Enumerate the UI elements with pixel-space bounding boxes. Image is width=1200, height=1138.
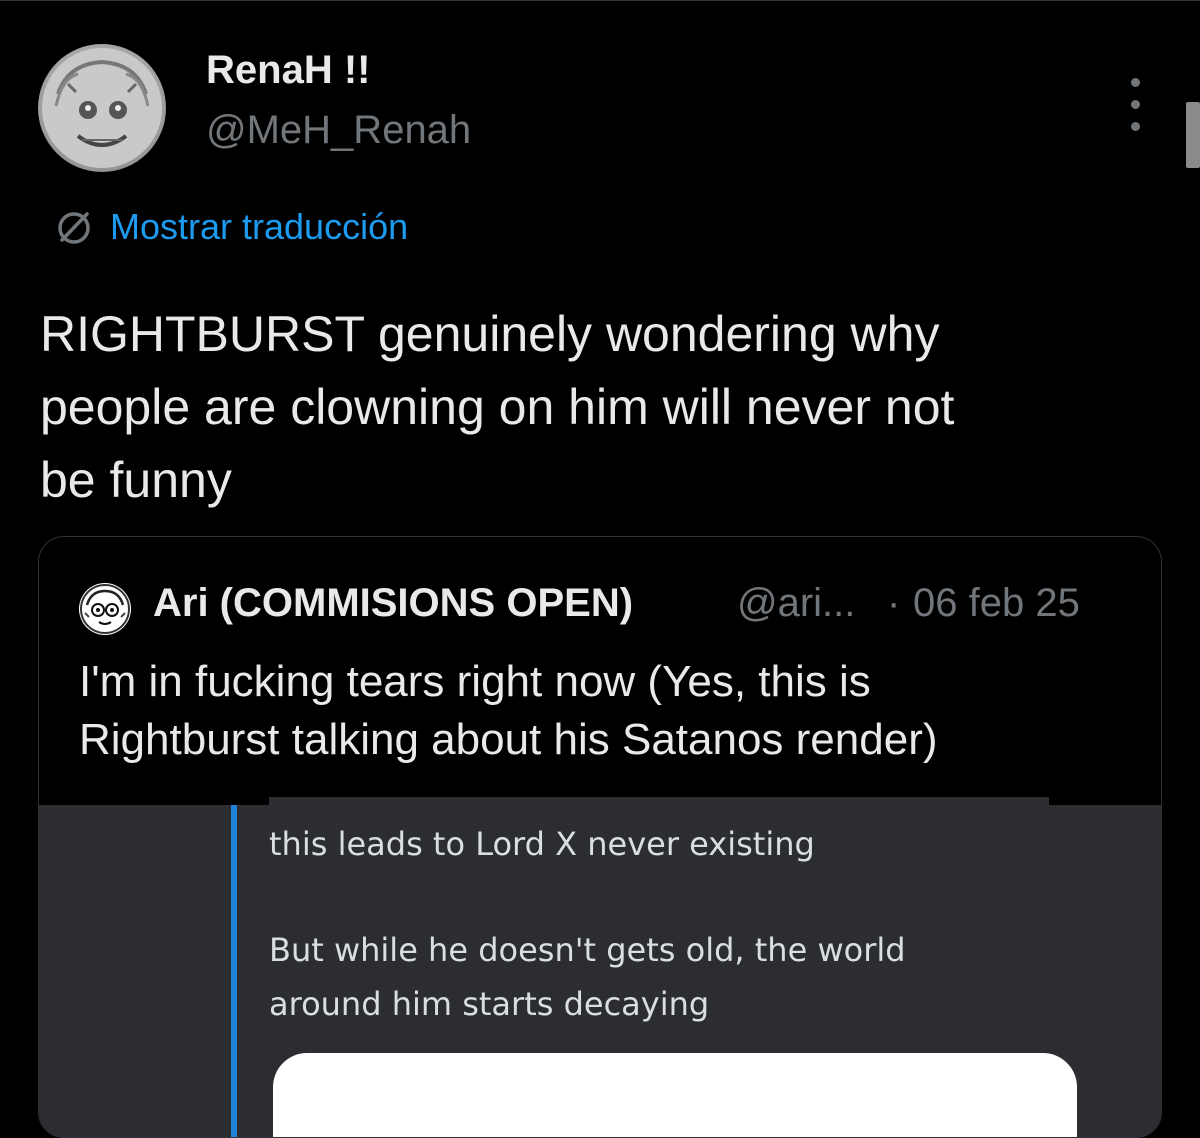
cropped-text-remnant xyxy=(269,797,1049,805)
tweet-text-line: be funny xyxy=(40,452,232,508)
author-display-name[interactable]: RenaH !! xyxy=(206,48,370,93)
show-translation-link[interactable]: Mostrar traducción xyxy=(54,204,408,250)
more-vertical-icon-dot xyxy=(1131,122,1140,131)
quoted-tweet-card[interactable]: Ari (COMMISIONS OPEN) @ari... · 06 feb 2… xyxy=(38,536,1162,1138)
scrollbar-thumb[interactable] xyxy=(1186,102,1200,168)
top-divider xyxy=(0,0,1200,1)
media-text-line: around him starts decaying xyxy=(269,985,710,1023)
tweet-text-line: RIGHTBURST genuinely wondering why xyxy=(40,306,940,362)
quoted-media-image[interactable]: this leads to Lord X never existing But … xyxy=(39,797,1161,1137)
quoted-text-line: I'm in fucking tears right now (Yes, thi… xyxy=(79,657,871,706)
quoted-tweet-date[interactable]: 06 feb 25 xyxy=(913,581,1080,626)
translate-globe-icon xyxy=(58,212,90,244)
quoted-author-name[interactable]: Ari (COMMISIONS OPEN) xyxy=(153,581,633,626)
tweet-text-line: people are clowning on him will never no… xyxy=(40,379,955,435)
show-translation-label: Mostrar traducción xyxy=(110,206,409,247)
tweet-text: RIGHTBURST genuinely wondering why peopl… xyxy=(40,298,1170,517)
quoted-text-line: Rightburst talking about his Satanos ren… xyxy=(79,715,938,764)
embedded-white-panel xyxy=(273,1053,1077,1137)
avatar-drawing xyxy=(42,48,162,168)
author-avatar[interactable] xyxy=(38,44,166,172)
quoted-avatar-drawing xyxy=(80,584,130,634)
quote-accent-bar xyxy=(231,805,237,1137)
quoted-tweet-text: I'm in fucking tears right now (Yes, thi… xyxy=(79,653,1139,769)
more-options-button[interactable] xyxy=(1120,72,1152,142)
quoted-author-handle[interactable]: @ari... xyxy=(737,581,855,626)
more-vertical-icon-dot xyxy=(1131,100,1140,109)
separator-dot: · xyxy=(887,581,901,625)
more-vertical-icon xyxy=(1131,78,1140,87)
author-handle[interactable]: @MeH_Renah xyxy=(206,108,471,153)
media-text-line: But while he doesn't gets old, the world xyxy=(269,931,906,969)
quoted-author-avatar[interactable] xyxy=(79,583,131,635)
media-text-line: this leads to Lord X never existing xyxy=(269,825,815,863)
